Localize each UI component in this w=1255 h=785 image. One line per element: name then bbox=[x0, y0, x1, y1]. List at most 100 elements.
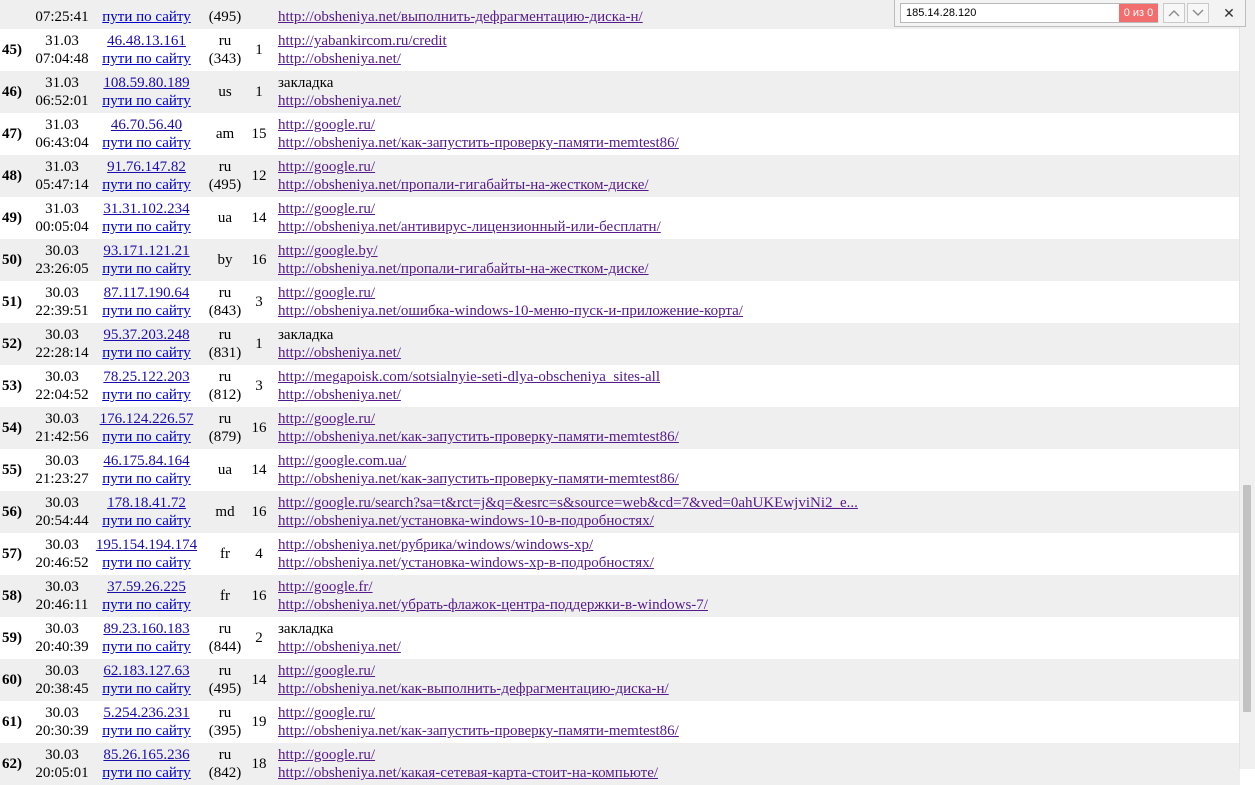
visit-links: закладка http://obsheniya.net/ bbox=[278, 74, 401, 110]
visit-ip-cell: 178.18.41.72 пути по сайту bbox=[90, 494, 203, 530]
site-path-link[interactable]: пути по сайту bbox=[90, 134, 203, 152]
landing-page-link[interactable]: http://obsheniya.net/установка-windows-1… bbox=[278, 512, 858, 530]
ip-link[interactable]: 95.37.203.248 bbox=[90, 326, 203, 344]
ip-link[interactable]: 62.183.127.63 bbox=[90, 662, 203, 680]
country-code: by bbox=[217, 252, 233, 268]
landing-page-link[interactable]: http://obsheniya.net/антивирус-лицензион… bbox=[278, 218, 661, 236]
landing-page-link[interactable]: http://obsheniya.net/как-выполнить-дефра… bbox=[278, 680, 669, 698]
ip-link[interactable]: 46.48.13.161 bbox=[90, 32, 203, 50]
landing-page-link[interactable]: http://obsheniya.net/как-запустить-прове… bbox=[278, 428, 679, 446]
chevron-down-icon[interactable] bbox=[1187, 3, 1209, 23]
ip-link[interactable]: 46.175.84.164 bbox=[90, 452, 203, 470]
visit-geo: ru (844) bbox=[206, 620, 244, 656]
ip-link[interactable]: 31.31.102.234 bbox=[90, 200, 203, 218]
landing-page-link[interactable]: http://obsheniya.net/ bbox=[278, 92, 401, 110]
referrer-link[interactable]: http://google.ru/ bbox=[278, 410, 679, 428]
landing-page-link[interactable]: http://obsheniya.net/как-запустить-прове… bbox=[278, 722, 679, 740]
site-path-link[interactable]: пути по сайту bbox=[90, 638, 203, 656]
site-path-link[interactable]: пути по сайту bbox=[90, 428, 203, 446]
visit-links: http://google.ru/http://obsheniya.net/ка… bbox=[278, 662, 669, 698]
landing-page-link[interactable]: http://obsheniya.net/какая-сетевая-карта… bbox=[278, 764, 658, 782]
site-path-link[interactable]: пути по сайту bbox=[90, 218, 203, 236]
site-path-link[interactable]: пути по сайту bbox=[90, 8, 203, 26]
referrer-link[interactable]: http://yabankircom.ru/credit bbox=[278, 32, 447, 50]
visit-links: закладка http://obsheniya.net/ bbox=[278, 620, 401, 656]
close-icon[interactable]: ✕ bbox=[1218, 3, 1240, 23]
landing-page-link[interactable]: http://obsheniya.net/ошибка-windows-10-м… bbox=[278, 302, 743, 320]
visit-depth: 15 bbox=[251, 126, 267, 142]
ip-link[interactable]: 89.23.160.183 bbox=[90, 620, 203, 638]
landing-page-link[interactable]: http://obsheniya.net/установка-windows-x… bbox=[278, 554, 654, 572]
site-path-link[interactable]: пути по сайту bbox=[90, 722, 203, 740]
visit-number: 52) bbox=[2, 336, 22, 352]
ip-link[interactable]: 195.154.194.174 bbox=[90, 536, 203, 554]
visit-depth: 18 bbox=[251, 756, 267, 772]
site-path-link[interactable]: пути по сайту bbox=[90, 764, 203, 782]
referrer-link[interactable]: http://google.ru/ bbox=[278, 116, 679, 134]
referrer-link[interactable]: http://google.by/ bbox=[278, 242, 649, 260]
ip-link[interactable]: 91.76.147.82 bbox=[90, 158, 203, 176]
site-path-link[interactable]: пути по сайту bbox=[90, 344, 203, 362]
visit-geo: ua bbox=[206, 209, 244, 227]
referrer-link[interactable]: http://obsheniya.net/рубрика/windows/win… bbox=[278, 536, 654, 554]
referrer-link[interactable]: http://megapoisk.com/sotsialnyie-seti-dl… bbox=[278, 368, 660, 386]
site-path-link[interactable]: пути по сайту bbox=[90, 512, 203, 530]
visit-depth: 14 bbox=[251, 462, 267, 478]
visit-number: 46) bbox=[2, 84, 22, 100]
landing-page-link[interactable]: http://obsheniya.net/ bbox=[278, 386, 660, 404]
visit-geo: fr bbox=[206, 587, 244, 605]
landing-page-link[interactable]: http://obsheniya.net/ bbox=[278, 344, 401, 362]
ip-link[interactable]: 37.59.26.225 bbox=[90, 578, 203, 596]
visit-ip-cell: 78.25.122.203 пути по сайту bbox=[90, 368, 203, 404]
ip-link[interactable]: 46.70.56.40 bbox=[90, 116, 203, 134]
landing-page-link[interactable]: http://obsheniya.net/ bbox=[278, 50, 447, 68]
visit-geo: ru (812) bbox=[206, 368, 244, 404]
site-path-link[interactable]: пути по сайту bbox=[90, 596, 203, 614]
site-path-link[interactable]: пути по сайту bbox=[90, 50, 203, 68]
scroll-thumb[interactable] bbox=[1243, 485, 1251, 712]
visit-depth: 2 bbox=[255, 630, 263, 646]
referrer-link[interactable]: http://google.com.ua/ bbox=[278, 452, 679, 470]
landing-page-link[interactable]: http://obsheniya.net/пропали-гигабайты-н… bbox=[278, 176, 649, 194]
find-bar: 0 из 0 ✕ bbox=[894, 0, 1246, 27]
visit-ip-cell: 85.26.165.236 пути по сайту bbox=[90, 746, 203, 782]
ip-link[interactable]: 93.171.121.21 bbox=[90, 242, 203, 260]
visit-row: 49) 31.03 00:05:04 31.31.102.234 пути по сай… bbox=[0, 197, 1240, 239]
referrer-link[interactable]: http://google.ru/ bbox=[278, 704, 679, 722]
site-path-link[interactable]: пути по сайту bbox=[90, 554, 203, 572]
ip-link[interactable]: 108.59.80.189 bbox=[90, 74, 203, 92]
referrer-link[interactable]: http://google.ru/ bbox=[278, 284, 743, 302]
site-path-link[interactable]: пути по сайту bbox=[90, 302, 203, 320]
site-path-link[interactable]: пути по сайту bbox=[90, 680, 203, 698]
site-path-link[interactable]: пути по сайту bbox=[90, 470, 203, 488]
referrer-link[interactable]: http://google.ru/ bbox=[278, 200, 661, 218]
site-path-link[interactable]: пути по сайту bbox=[90, 260, 203, 278]
ip-link[interactable]: 176.124.226.57 bbox=[90, 410, 203, 428]
referrer-link[interactable]: http://google.ru/ bbox=[278, 158, 649, 176]
visit-row: 56) 30.03 20:54:44 178.18.41.72 пути по сайт… bbox=[0, 491, 1240, 533]
visit-row: 59) 30.03 20:40:39 89.23.160.183 пути по сай… bbox=[0, 617, 1240, 659]
visit-ip-cell: 46.70.56.40 пути по сайту bbox=[90, 116, 203, 152]
page-scrollbar[interactable] bbox=[1239, 0, 1255, 769]
country-code: fr bbox=[220, 588, 230, 604]
ip-link[interactable]: 87.117.190.64 bbox=[90, 284, 203, 302]
landing-page-link[interactable]: http://obsheniya.net/убрать-флажок-центр… bbox=[278, 596, 708, 614]
landing-page-link[interactable]: http://obsheniya.net/выполнить-дефрагмен… bbox=[278, 8, 643, 26]
landing-page-link[interactable]: http://obsheniya.net/ bbox=[278, 638, 401, 656]
site-path-link[interactable]: пути по сайту bbox=[90, 386, 203, 404]
referrer-link[interactable]: http://google.ru/ bbox=[278, 746, 658, 764]
referrer-link[interactable]: http://google.ru/ bbox=[278, 662, 669, 680]
site-path-link[interactable]: пути по сайту bbox=[90, 92, 203, 110]
landing-page-link[interactable]: http://obsheniya.net/как-запустить-прове… bbox=[278, 134, 679, 152]
ip-link[interactable]: 78.25.122.203 bbox=[90, 368, 203, 386]
ip-link[interactable]: 5.254.236.231 bbox=[90, 704, 203, 722]
landing-page-link[interactable]: http://obsheniya.net/пропали-гигабайты-н… bbox=[278, 260, 649, 278]
ip-link[interactable]: 178.18.41.72 bbox=[90, 494, 203, 512]
referrer-link[interactable]: http://google.ru/search?sa=t&rct=j&q=&es… bbox=[278, 494, 858, 512]
site-path-link[interactable]: пути по сайту bbox=[90, 176, 203, 194]
visit-row: 51) 30.03 22:39:51 87.117.190.64 пути по сай… bbox=[0, 281, 1240, 323]
ip-link[interactable]: 85.26.165.236 bbox=[90, 746, 203, 764]
landing-page-link[interactable]: http://obsheniya.net/как-запустить-прове… bbox=[278, 470, 679, 488]
chevron-up-icon[interactable] bbox=[1163, 3, 1185, 23]
referrer-link[interactable]: http://google.fr/ bbox=[278, 578, 708, 596]
